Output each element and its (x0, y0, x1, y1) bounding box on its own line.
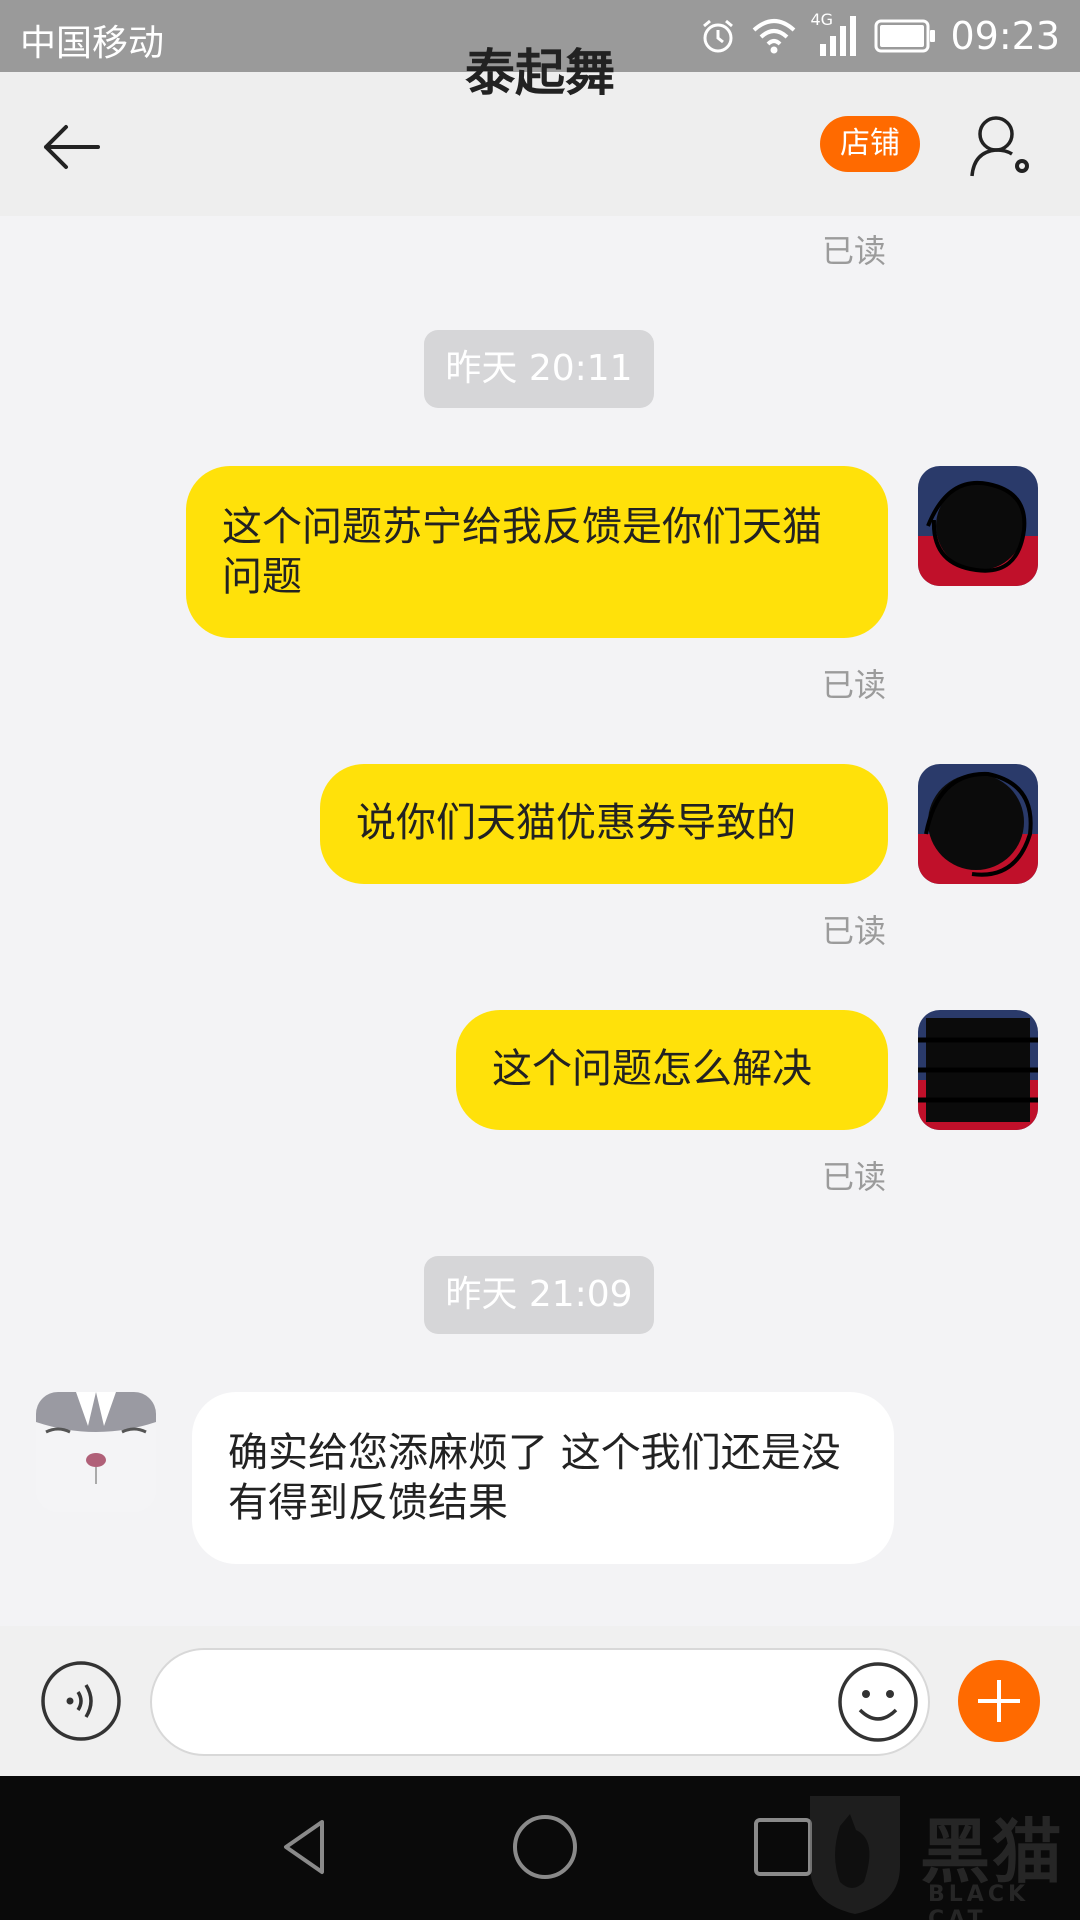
system-back-icon[interactable] (272, 1812, 342, 1882)
message-bubble-outgoing[interactable]: 说你们天猫优惠券导致的 (320, 764, 888, 884)
my-avatar[interactable] (918, 466, 1038, 586)
back-arrow-icon[interactable] (36, 112, 106, 182)
message-input[interactable] (150, 1648, 930, 1756)
read-receipt: 已读 (821, 666, 886, 704)
user-settings-icon[interactable] (966, 110, 1036, 180)
timestamp: 昨天 20:11 (424, 330, 654, 408)
status-bar: 中国移动 4G 09:23 (0, 0, 1080, 72)
battery-icon (874, 19, 936, 53)
voice-input-icon[interactable] (40, 1660, 122, 1742)
message-bubble-outgoing[interactable]: 这个问题怎么解决 (456, 1010, 888, 1130)
status-icons: 4G 09:23 (698, 10, 1060, 60)
read-receipt: 已读 (821, 1158, 886, 1196)
message-bubble-incoming[interactable]: 确实给您添麻烦了 这个我们还是没有得到反馈结果 (192, 1392, 894, 1564)
black-cat-logo-icon (810, 1796, 900, 1914)
system-home-icon[interactable] (508, 1810, 582, 1884)
message-input-bar (0, 1626, 1080, 1776)
shop-avatar[interactable] (36, 1392, 156, 1512)
carrier-label: 中国移动 (20, 23, 165, 64)
my-avatar[interactable] (918, 764, 1038, 884)
read-receipt: 已读 (821, 912, 886, 950)
message-list[interactable]: 已读 昨天 20:11 这个问题苏宁给我反馈是你们天猫问题 已读 说你们天猫优惠… (0, 216, 1080, 1626)
plus-icon (978, 1680, 1020, 1722)
clock: 09:23 (950, 14, 1060, 58)
emoji-icon[interactable] (836, 1660, 920, 1744)
alarm-icon (703, 19, 734, 53)
chat-header: 店铺 (0, 72, 1080, 216)
shop-button[interactable]: 店铺 (820, 116, 920, 172)
wifi-icon (753, 19, 796, 54)
message-bubble-outgoing[interactable]: 这个问题苏宁给我反馈是你们天猫问题 (186, 466, 888, 638)
more-button[interactable] (958, 1660, 1040, 1742)
read-receipt: 已读 (821, 232, 886, 270)
timestamp: 昨天 21:09 (424, 1256, 654, 1334)
watermark-subtext: BLACK CAT (928, 1882, 1030, 1920)
watermark: 黑猫 BLACK CAT (800, 1786, 1080, 1920)
signal-icon: 4G (810, 10, 860, 58)
system-nav-bar: 黑猫 BLACK CAT (0, 1776, 1080, 1920)
my-avatar[interactable] (918, 1010, 1038, 1130)
